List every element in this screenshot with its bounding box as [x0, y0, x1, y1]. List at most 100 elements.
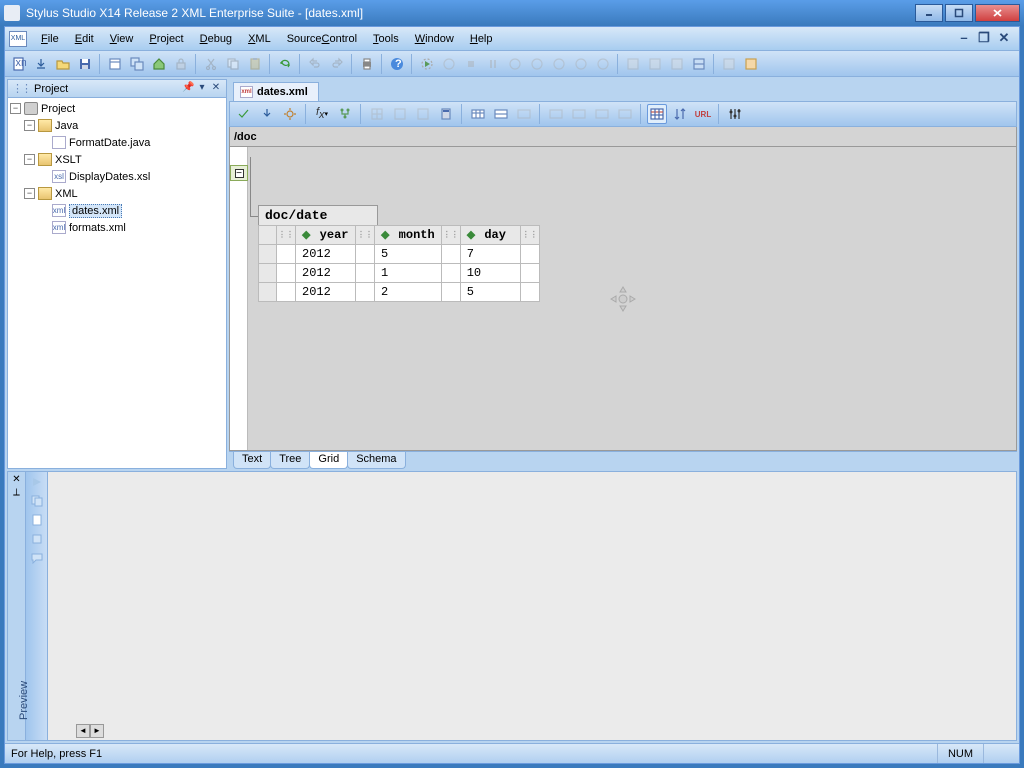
menu-edit[interactable]: Edit — [67, 30, 102, 48]
col-grip[interactable]: ⋮⋮ — [441, 226, 460, 245]
cell[interactable]: 2 — [375, 283, 442, 302]
tree-item-formats-xml[interactable]: xmlformats.xml — [10, 219, 224, 236]
debug-step-button[interactable] — [439, 54, 459, 74]
save-button[interactable] — [75, 54, 95, 74]
xpath-bar[interactable]: /doc — [229, 127, 1017, 147]
row-header[interactable] — [259, 264, 277, 283]
url-button[interactable]: URL — [693, 104, 713, 124]
paste-button[interactable] — [245, 54, 265, 74]
grid-path-label[interactable]: doc/date — [258, 205, 378, 225]
table-2-button[interactable] — [491, 104, 511, 124]
debug-run-button[interactable] — [417, 54, 437, 74]
preview-scroll-right[interactable]: ► — [90, 724, 104, 738]
mdi-restore-button[interactable]: ❐ — [977, 32, 991, 46]
cascade-button[interactable] — [127, 54, 147, 74]
fx-button[interactable]: fx▾ — [312, 104, 332, 124]
grid-a-button[interactable] — [367, 104, 387, 124]
row-header[interactable] — [259, 226, 277, 245]
print-button[interactable] — [357, 54, 377, 74]
settings-button[interactable] — [280, 104, 300, 124]
menu-project[interactable]: Project — [141, 30, 191, 48]
close-button[interactable] — [975, 4, 1020, 22]
view-tab-tree[interactable]: Tree — [270, 452, 310, 469]
grid-c-button[interactable] — [413, 104, 433, 124]
mdi-minimize-button[interactable]: – — [957, 32, 971, 46]
expand-icon[interactable]: − — [10, 103, 21, 114]
col-grip[interactable]: ⋮⋮ — [520, 226, 539, 245]
lock-button[interactable] — [171, 54, 191, 74]
grid-view-button[interactable] — [647, 104, 667, 124]
mdi-close-button[interactable]: ✕ — [997, 32, 1011, 46]
col-grip[interactable]: ⋮⋮ — [277, 226, 296, 245]
tree-item-formatdate-java[interactable]: FormatDate.java — [10, 134, 224, 151]
preview-pin-button[interactable]: ⟂ — [13, 487, 20, 498]
debug-stop-button[interactable] — [461, 54, 481, 74]
tree-item-displaydates-xsl[interactable]: xslDisplayDates.xsl — [10, 168, 224, 185]
menu-tools[interactable]: Tools — [365, 30, 407, 48]
table-row[interactable]: 2012 57 — [259, 245, 540, 264]
debug-b-button[interactable] — [527, 54, 547, 74]
sliders-button[interactable] — [725, 104, 745, 124]
table-4-button[interactable] — [546, 104, 566, 124]
panel-f-button[interactable] — [741, 54, 761, 74]
redo-button[interactable] — [327, 54, 347, 74]
panel-a-button[interactable] — [623, 54, 643, 74]
menu-debug[interactable]: Debug — [192, 30, 240, 48]
debug-pause-button[interactable] — [483, 54, 503, 74]
expand-icon[interactable]: − — [24, 188, 35, 199]
preview-chat-button[interactable] — [29, 550, 45, 566]
tree-item-java[interactable]: −Java — [10, 117, 224, 134]
collapse-icon[interactable]: − — [235, 169, 244, 178]
document-tab[interactable]: xml dates.xml — [233, 82, 319, 101]
menu-help[interactable]: Help — [462, 30, 501, 48]
cell[interactable]: 10 — [460, 264, 520, 283]
table-7-button[interactable] — [615, 104, 635, 124]
collapse-marker[interactable]: − — [230, 165, 248, 181]
dropdown-button[interactable]: ▾ — [196, 83, 208, 95]
grid-canvas[interactable]: − doc/date ⋮⋮◆ year⋮⋮◆ month⋮⋮◆ day⋮⋮ 20… — [229, 147, 1017, 451]
tree-root[interactable]: − Project — [10, 100, 224, 117]
table-3-button[interactable] — [514, 104, 534, 124]
tree-item-xslt[interactable]: −XSLT — [10, 151, 224, 168]
debug-e-button[interactable] — [593, 54, 613, 74]
expand-icon[interactable]: − — [24, 154, 35, 165]
calc-button[interactable] — [436, 104, 456, 124]
table-6-button[interactable] — [592, 104, 612, 124]
help-button[interactable]: ? — [387, 54, 407, 74]
minimize-button[interactable] — [915, 4, 943, 22]
column-day[interactable]: ◆ day — [460, 226, 520, 245]
menu-sourcecontrol[interactable]: SourceControl — [279, 30, 365, 48]
cell[interactable]: 2012 — [296, 283, 356, 302]
menu-xml[interactable]: XML — [240, 30, 279, 48]
debug-a-button[interactable] — [505, 54, 525, 74]
data-grid[interactable]: ⋮⋮◆ year⋮⋮◆ month⋮⋮◆ day⋮⋮ 2012572012110… — [258, 225, 540, 302]
table-1-button[interactable] — [468, 104, 488, 124]
cell[interactable]: 5 — [375, 245, 442, 264]
indent-button[interactable] — [257, 104, 277, 124]
expand-icon[interactable]: − — [24, 120, 35, 131]
cell[interactable]: 2012 — [296, 245, 356, 264]
download-button[interactable] — [31, 54, 51, 74]
panel-close-button[interactable]: ✕ — [210, 83, 222, 95]
col-grip[interactable]: ⋮⋮ — [356, 226, 375, 245]
cell[interactable]: 7 — [460, 245, 520, 264]
table-row[interactable]: 2012110 — [259, 264, 540, 283]
preview-save-button[interactable] — [29, 531, 45, 547]
column-year[interactable]: ◆ year — [296, 226, 356, 245]
preview-close-button[interactable]: ✕ — [12, 474, 20, 485]
preview-copy-button[interactable] — [29, 493, 45, 509]
row-header[interactable] — [259, 283, 277, 302]
panel-d-button[interactable] — [689, 54, 709, 74]
panel-b-button[interactable] — [645, 54, 665, 74]
table-5-button[interactable] — [569, 104, 589, 124]
menu-file[interactable]: File — [33, 30, 67, 48]
undo-button[interactable] — [305, 54, 325, 74]
window-button[interactable] — [105, 54, 125, 74]
menu-window[interactable]: Window — [407, 30, 462, 48]
view-tab-text[interactable]: Text — [233, 452, 271, 469]
view-tab-schema[interactable]: Schema — [347, 452, 405, 469]
new-xml-button[interactable]: xml — [9, 54, 29, 74]
cell[interactable]: 5 — [460, 283, 520, 302]
copy-button[interactable] — [223, 54, 243, 74]
project-tree[interactable]: − Project −JavaFormatDate.java−XSLTxslDi… — [8, 98, 226, 468]
